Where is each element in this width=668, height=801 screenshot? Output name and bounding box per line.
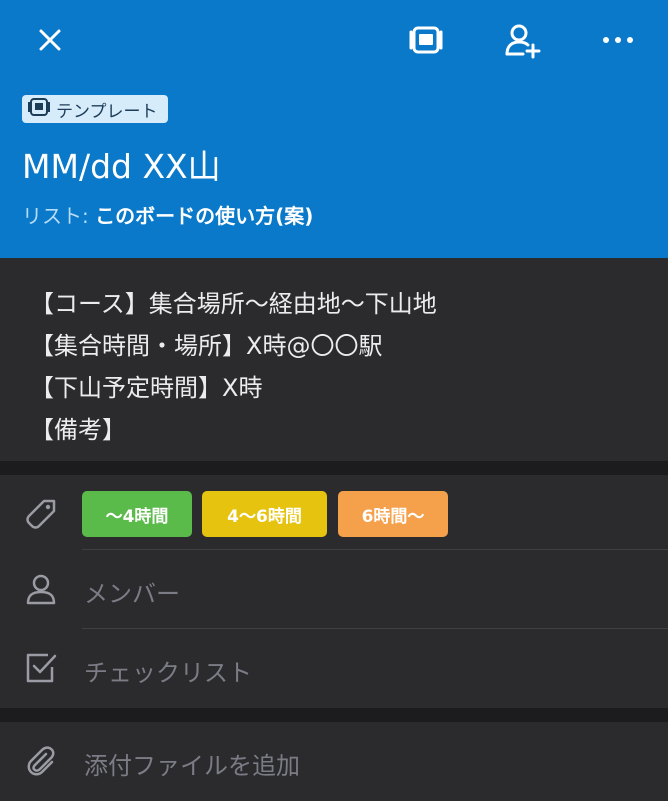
label-chip[interactable]: 6時間〜: [338, 491, 448, 537]
card-template-icon: [28, 97, 50, 122]
card-header: テンプレート MM/dd XX山 リスト: このボードの使い方(案): [0, 0, 668, 258]
description-line: 【備考】: [30, 416, 126, 444]
tag-icon: [20, 493, 62, 535]
description-line: 【コース】集合場所〜経由地〜下山地: [30, 290, 437, 318]
checklist-row[interactable]: チェックリスト: [0, 629, 668, 708]
paperclip-icon: [20, 740, 62, 782]
checklist-placeholder: チェックリスト: [84, 659, 252, 687]
label-chip[interactable]: 4〜6時間: [202, 491, 327, 537]
checkbox-icon: [20, 647, 62, 689]
attachment-placeholder: 添付ファイルを追加: [84, 752, 300, 780]
card-template-icon[interactable]: [404, 18, 448, 62]
attachment-section: 添付ファイルを追加: [0, 722, 668, 800]
label-chip[interactable]: 〜4時間: [82, 491, 192, 537]
close-icon[interactable]: [28, 18, 72, 62]
card-details-section: 〜4時間 4〜6時間 6時間〜 メンバー チェックリスト: [0, 475, 668, 708]
labels-row[interactable]: 〜4時間 4〜6時間 6時間〜: [0, 475, 668, 554]
list-label: リスト:: [22, 204, 89, 228]
section-gap: [0, 461, 668, 475]
members-row[interactable]: メンバー: [0, 550, 668, 629]
person-icon: [20, 568, 62, 610]
list-name: このボードの使い方(案): [95, 204, 314, 228]
template-badge-label: テンプレート: [56, 101, 158, 122]
card-description[interactable]: 【コース】集合場所〜経由地〜下山地 【集合時間・場所】X時@〇〇駅 【下山予定時…: [0, 258, 668, 461]
more-icon[interactable]: [596, 18, 640, 62]
description-line: 【下山予定時間】X時: [30, 374, 263, 402]
add-member-icon[interactable]: [500, 18, 544, 62]
members-placeholder: メンバー: [84, 580, 180, 608]
list-info[interactable]: リスト: このボードの使い方(案): [22, 200, 313, 229]
section-gap: [0, 708, 668, 722]
card-title[interactable]: MM/dd XX山: [22, 140, 221, 188]
description-line: 【集合時間・場所】X時@〇〇駅: [30, 332, 383, 360]
attachment-row[interactable]: 添付ファイルを追加: [0, 722, 668, 801]
template-badge: テンプレート: [22, 95, 168, 123]
